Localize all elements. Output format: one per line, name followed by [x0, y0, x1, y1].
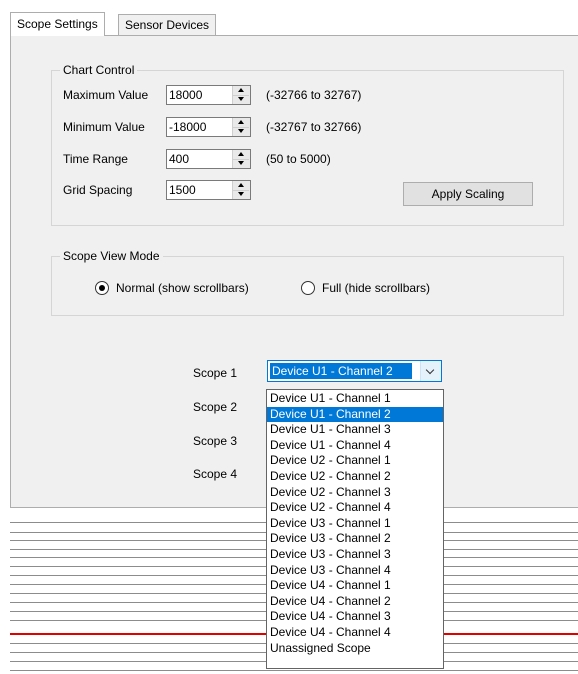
minimum-value-spinner[interactable]: -18000: [166, 117, 251, 137]
scope-view-mode-group: Scope View Mode Normal (show scrollbars)…: [51, 249, 564, 316]
scope-1-select[interactable]: Device U1 - Channel 2: [267, 360, 442, 382]
minimum-value-input[interactable]: -18000: [169, 120, 206, 134]
maximum-value-spinner[interactable]: 18000: [166, 85, 251, 105]
scope-4-label: Scope 4: [193, 467, 238, 481]
scope-1-selected-value[interactable]: Device U1 - Channel 2: [270, 363, 412, 379]
spin-down-icon[interactable]: [233, 190, 249, 199]
dropdown-option[interactable]: Device U1 - Channel 1: [267, 391, 443, 407]
normal-mode-label[interactable]: Normal (show scrollbars): [116, 281, 249, 295]
dropdown-option[interactable]: Device U2 - Channel 3: [267, 485, 443, 501]
maximum-value-input[interactable]: 18000: [169, 88, 202, 102]
scope-3-label: Scope 3: [193, 434, 238, 448]
full-mode-radio[interactable]: [301, 281, 315, 295]
time-range-range: (50 to 5000): [266, 152, 331, 166]
spin-down-icon[interactable]: [233, 127, 249, 136]
time-range-input[interactable]: 400: [169, 152, 189, 166]
spin-down-icon[interactable]: [233, 95, 249, 104]
time-range-label: Time Range: [63, 152, 128, 166]
chart-control-group: Chart Control Maximum Value 18000 (-3276…: [51, 63, 564, 226]
dropdown-option[interactable]: Device U1 - Channel 2: [267, 406, 443, 423]
minimum-value-range: (-32767 to 32766): [266, 120, 362, 134]
maximum-value-label: Maximum Value: [63, 88, 149, 102]
chevron-down-icon[interactable]: [420, 361, 441, 381]
grid-spacing-label: Grid Spacing: [63, 183, 133, 197]
dropdown-option[interactable]: Device U3 - Channel 4: [267, 563, 443, 579]
dropdown-option[interactable]: Device U1 - Channel 3: [267, 422, 443, 438]
spin-down-icon[interactable]: [233, 159, 249, 168]
maximum-value-range: (-32766 to 32767): [266, 88, 362, 102]
grid-line: [10, 670, 578, 671]
tab-scope-settings[interactable]: Scope Settings: [10, 12, 105, 36]
dropdown-option[interactable]: Device U4 - Channel 3: [267, 609, 443, 625]
dropdown-option[interactable]: Device U3 - Channel 3: [267, 547, 443, 563]
apply-scaling-button[interactable]: Apply Scaling: [403, 182, 533, 206]
dropdown-option[interactable]: Unassigned Scope: [267, 641, 443, 657]
dropdown-option[interactable]: Device U2 - Channel 2: [267, 469, 443, 485]
dropdown-option[interactable]: Device U3 - Channel 2: [267, 531, 443, 547]
tab-sensor-devices[interactable]: Sensor Devices: [118, 14, 217, 36]
normal-mode-radio[interactable]: [95, 281, 109, 295]
chart-control-title: Chart Control: [60, 63, 138, 77]
scope-view-mode-title: Scope View Mode: [60, 249, 163, 263]
full-mode-label[interactable]: Full (hide scrollbars): [322, 281, 430, 295]
dropdown-option[interactable]: Device U2 - Channel 1: [267, 453, 443, 469]
minimum-value-label: Minimum Value: [63, 120, 145, 134]
scope-2-label: Scope 2: [193, 400, 238, 414]
dropdown-option[interactable]: Device U4 - Channel 4: [267, 625, 443, 641]
grid-spacing-input[interactable]: 1500: [169, 183, 196, 197]
dropdown-option[interactable]: Device U4 - Channel 2: [267, 594, 443, 610]
scope-1-dropdown-list[interactable]: Device U1 - Channel 1 Device U1 - Channel…: [266, 389, 444, 669]
dropdown-option[interactable]: Device U3 - Channel 1: [267, 516, 443, 532]
time-range-spinner[interactable]: 400: [166, 149, 251, 169]
dropdown-option[interactable]: Device U2 - Channel 4: [267, 500, 443, 516]
grid-spacing-spinner[interactable]: 1500: [166, 180, 251, 200]
dropdown-option[interactable]: Device U4 - Channel 1: [267, 578, 443, 594]
dropdown-option[interactable]: Device U1 - Channel 4: [267, 438, 443, 454]
scope-1-label: Scope 1: [193, 366, 238, 380]
